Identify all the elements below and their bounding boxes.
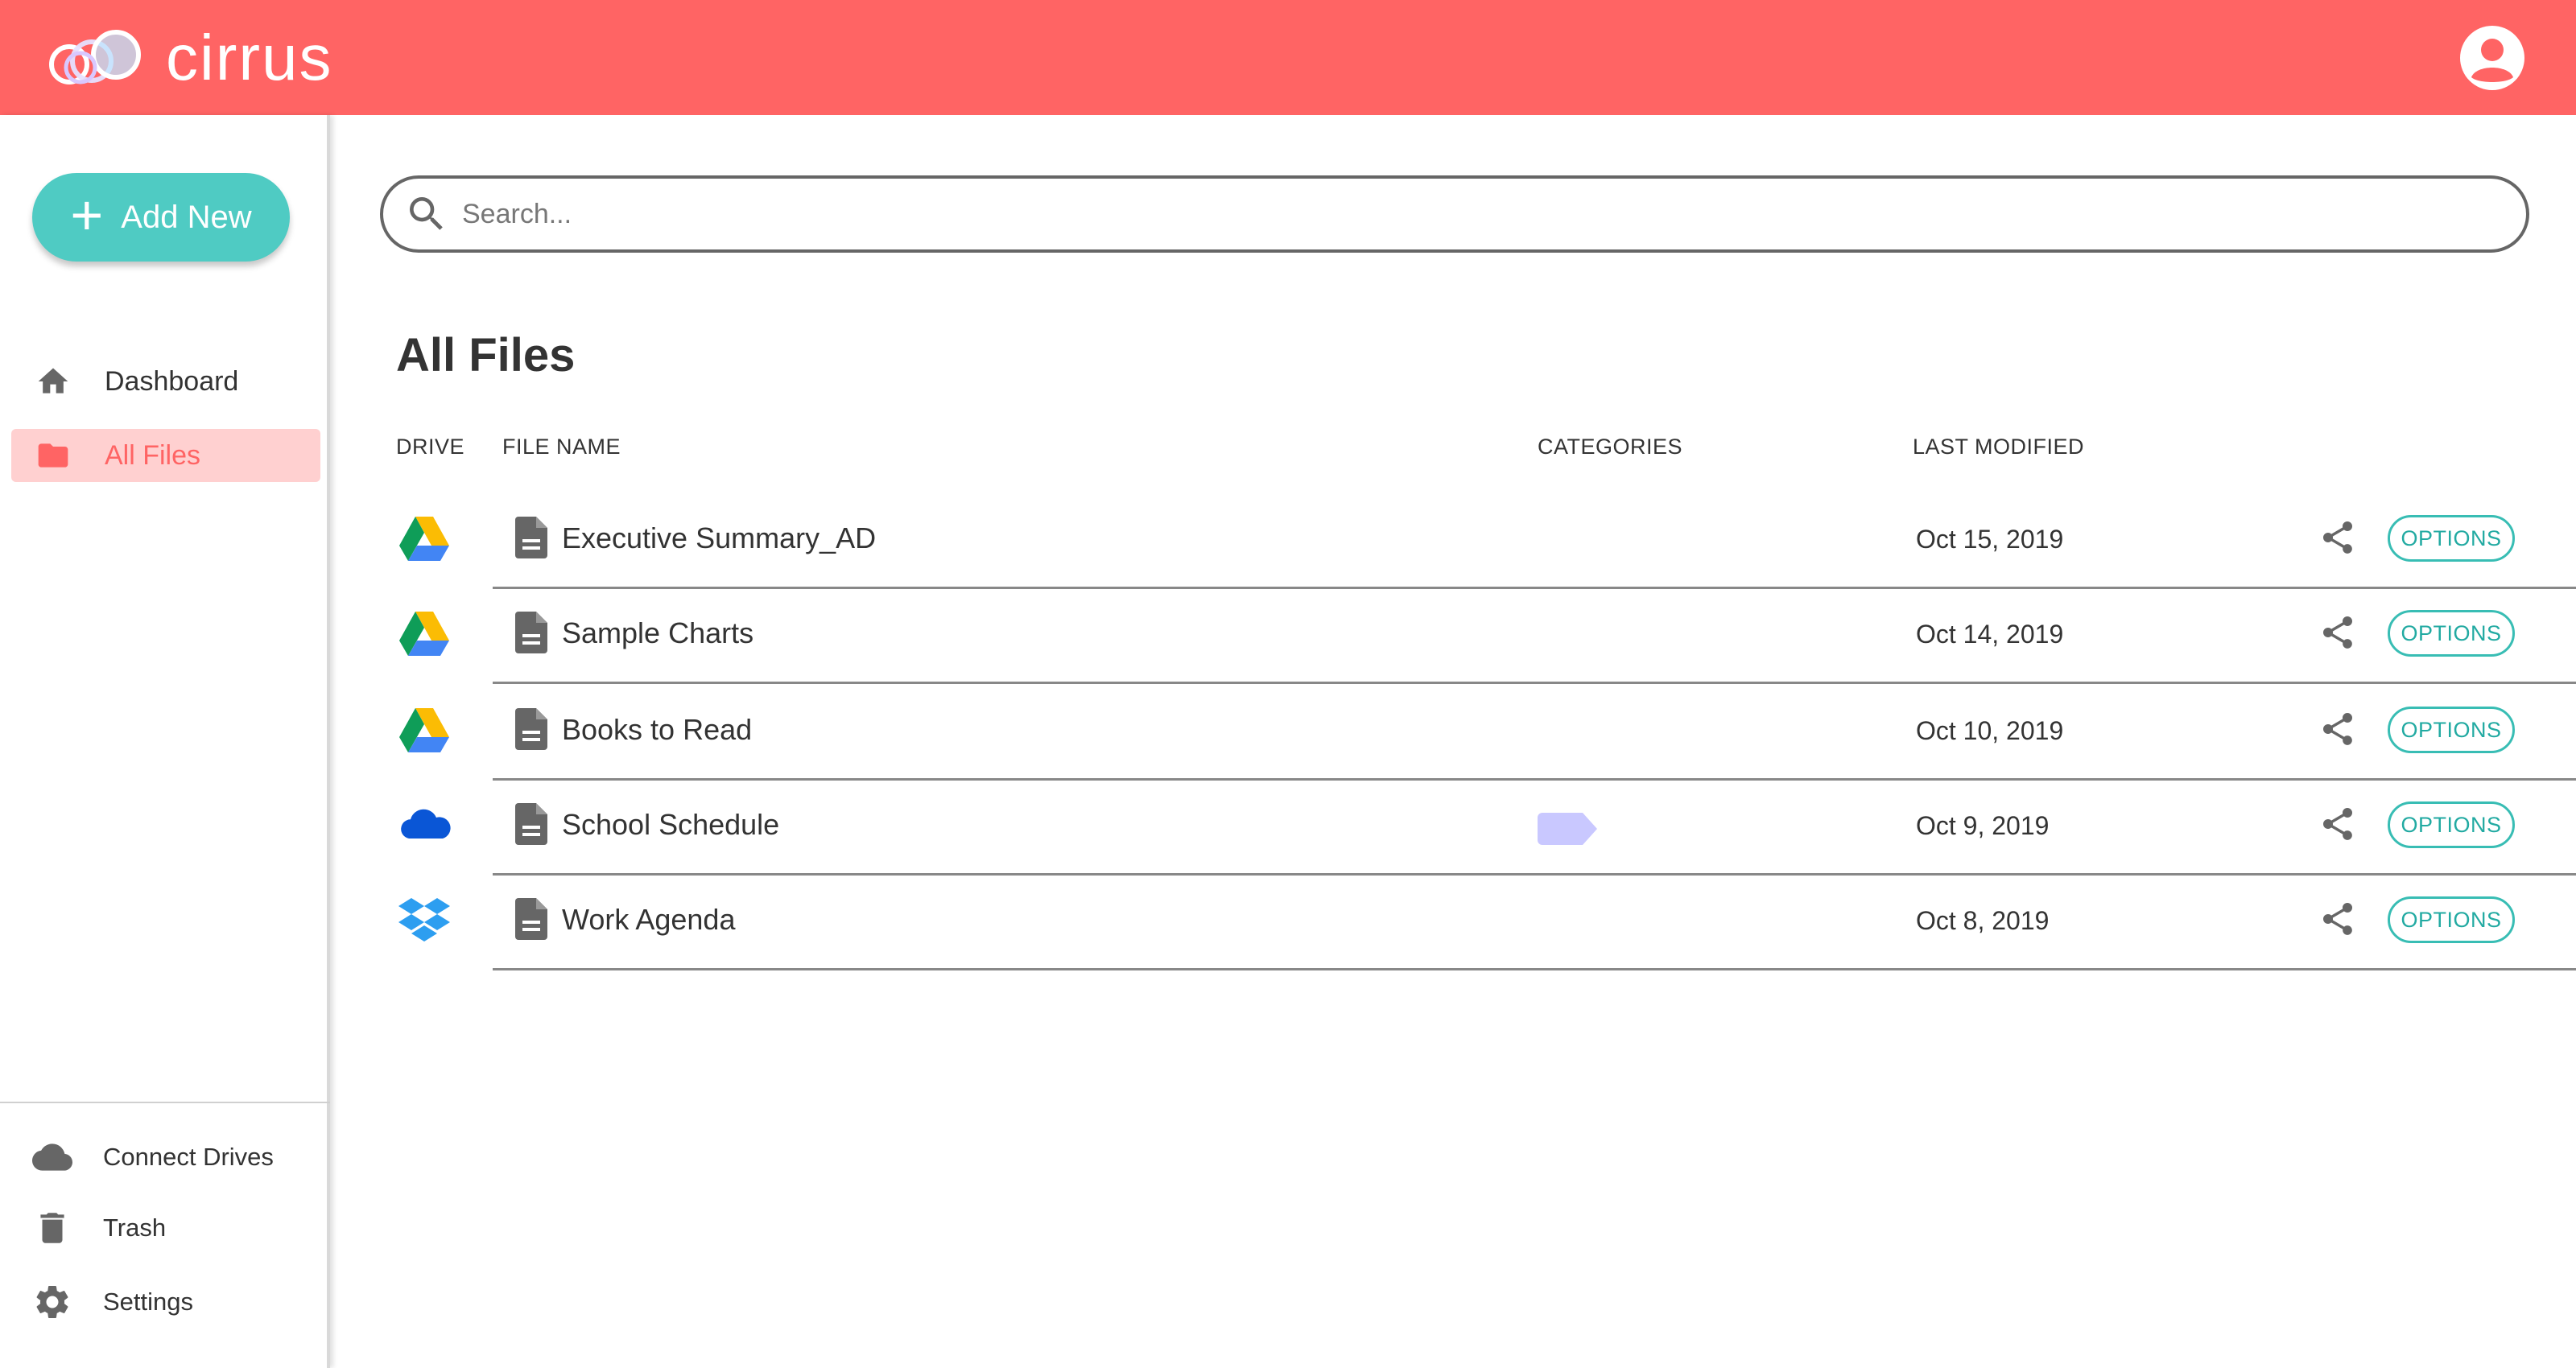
- document-icon: [515, 803, 547, 845]
- table-row[interactable]: School Schedule Oct 9, 2019 OPTIONS: [0, 781, 2576, 876]
- sidebar-item-label: Settings: [103, 1288, 194, 1316]
- file-name[interactable]: Work Agenda: [562, 903, 735, 937]
- document-icon: [515, 517, 547, 558]
- sidebar-item-label: Dashboard: [105, 365, 239, 397]
- cloud-icon: [32, 1143, 72, 1171]
- document-icon: [515, 612, 547, 653]
- column-header-last-modified[interactable]: LAST MODIFIED: [1913, 435, 2084, 459]
- page-title: All Files: [396, 329, 576, 381]
- brand[interactable]: cirrus: [45, 21, 333, 95]
- sidebar-item-all-files[interactable]: All Files: [11, 429, 320, 482]
- last-modified: Oct 14, 2019: [1916, 620, 2064, 649]
- file-name[interactable]: School Schedule: [562, 808, 779, 842]
- sidebar-item-label: Connect Drives: [103, 1143, 274, 1171]
- last-modified: Oct 9, 2019: [1916, 811, 2050, 840]
- sidebar-item-dashboard[interactable]: Dashboard: [11, 355, 320, 408]
- options-button[interactable]: OPTIONS: [2388, 707, 2515, 753]
- folder-icon: [38, 443, 68, 468]
- table-row[interactable]: Books to Read Oct 10, 2019 OPTIONS: [0, 686, 2576, 781]
- search-bar[interactable]: [380, 175, 2529, 253]
- sidebar-divider: [0, 1102, 330, 1103]
- plus-icon: +: [70, 183, 104, 246]
- share-icon[interactable]: [2318, 710, 2357, 748]
- user-circle-icon[interactable]: [2458, 24, 2526, 92]
- row-divider: [493, 968, 2576, 970]
- google-drive-icon: [399, 612, 449, 656]
- share-icon[interactable]: [2318, 613, 2357, 652]
- table-row[interactable]: Sample Charts Oct 14, 2019 OPTIONS: [0, 589, 2576, 684]
- dropbox-icon: [398, 898, 450, 942]
- app-name: cirrus: [166, 21, 333, 93]
- table-row[interactable]: Work Agenda Oct 8, 2019 OPTIONS: [0, 876, 2576, 970]
- search-icon: [410, 197, 443, 230]
- sidebar-item-label: All Files: [105, 439, 201, 471]
- top-bar: cirrus: [0, 0, 2576, 115]
- row-divider: [493, 682, 2576, 684]
- add-new-button[interactable]: + Add New: [32, 173, 290, 262]
- sidebar-item-label: Trash: [103, 1213, 167, 1242]
- search-input[interactable]: [462, 198, 2394, 230]
- document-icon: [515, 898, 547, 940]
- column-header-drive[interactable]: DRIVE: [396, 435, 464, 459]
- onedrive-icon: [401, 809, 451, 839]
- google-drive-icon: [399, 517, 449, 561]
- home-icon: [38, 368, 68, 394]
- share-icon[interactable]: [2318, 900, 2357, 938]
- column-header-categories[interactable]: CATEGORIES: [1538, 435, 1682, 459]
- category-tag-icon[interactable]: [1538, 813, 1599, 845]
- file-name[interactable]: Books to Read: [562, 713, 752, 747]
- options-button[interactable]: OPTIONS: [2388, 610, 2515, 657]
- options-button[interactable]: OPTIONS: [2388, 801, 2515, 848]
- document-icon: [515, 708, 547, 750]
- sidebar-item-connect-drives[interactable]: Connect Drives: [32, 1137, 274, 1177]
- last-modified: Oct 15, 2019: [1916, 525, 2064, 554]
- last-modified: Oct 8, 2019: [1916, 906, 2050, 935]
- add-new-label: Add New: [121, 199, 252, 235]
- file-name[interactable]: Sample Charts: [562, 616, 753, 650]
- gear-icon: [36, 1286, 68, 1318]
- file-name[interactable]: Executive Summary_AD: [562, 521, 876, 555]
- sidebar-item-trash[interactable]: Trash: [32, 1208, 166, 1248]
- share-icon[interactable]: [2318, 518, 2357, 557]
- options-button[interactable]: OPTIONS: [2388, 515, 2515, 562]
- cirrus-logo-icon: [49, 29, 141, 84]
- trash-icon: [40, 1213, 64, 1243]
- column-header-file-name[interactable]: FILE NAME: [502, 435, 621, 459]
- google-drive-icon: [399, 708, 449, 752]
- options-button[interactable]: OPTIONS: [2388, 896, 2515, 943]
- sidebar-item-settings[interactable]: Settings: [32, 1282, 193, 1322]
- table-row[interactable]: Executive Summary_AD Oct 15, 2019 OPTION…: [0, 494, 2576, 589]
- share-icon[interactable]: [2318, 805, 2357, 843]
- last-modified: Oct 10, 2019: [1916, 716, 2064, 745]
